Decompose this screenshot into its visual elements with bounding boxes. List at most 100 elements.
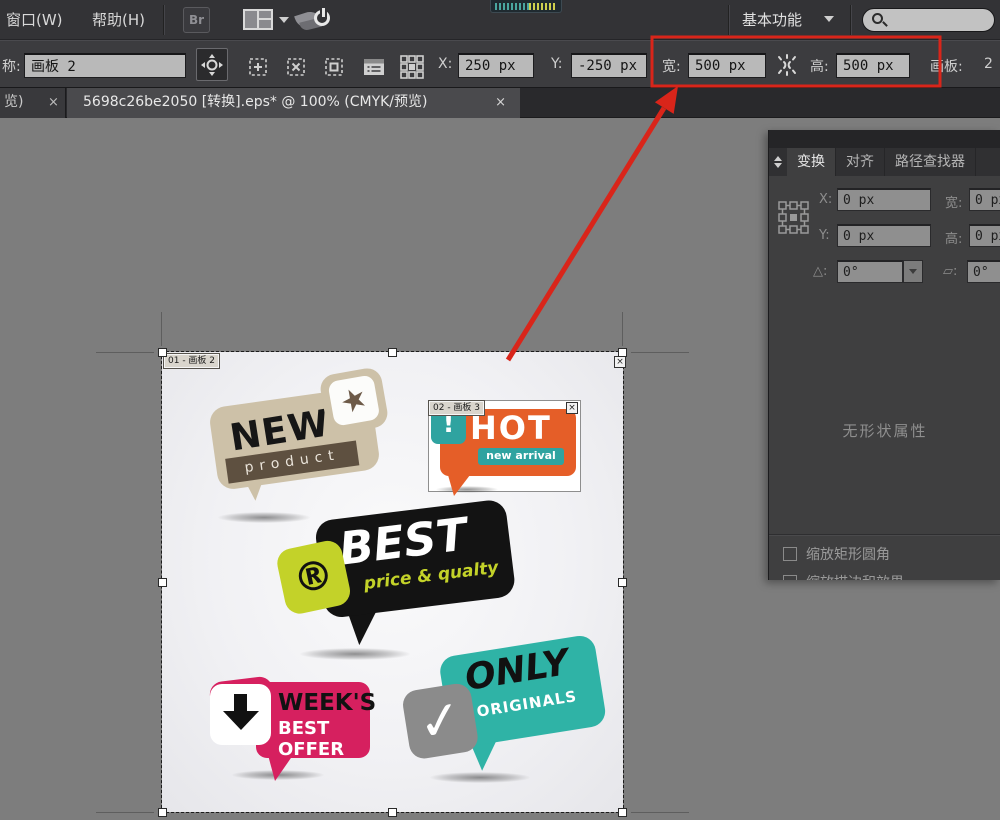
document-tab-bar: 览) × 5698c26be2050 [转换].eps* @ 100% (CMY… bbox=[0, 88, 1000, 118]
weeks-sticker[interactable]: WEEK'S BEST OFFER bbox=[256, 682, 370, 758]
height-field[interactable] bbox=[836, 53, 910, 78]
panel-width-label: 宽: bbox=[945, 192, 962, 211]
best-sticker-badge: ® bbox=[275, 538, 353, 616]
tab-title: 5698c26be2050 [转换].eps* @ 100% (CMYK/预览) bbox=[83, 88, 428, 117]
selection-handle[interactable] bbox=[158, 808, 167, 817]
checkbox-icon[interactable] bbox=[783, 547, 797, 561]
angle-dropdown-button[interactable] bbox=[903, 260, 923, 283]
weeks-sticker-subtitle: BEST OFFER bbox=[278, 718, 370, 760]
artboard-bounds-button[interactable] bbox=[318, 50, 350, 83]
down-arrow-icon bbox=[234, 694, 247, 711]
menu-separator bbox=[850, 5, 851, 35]
panel-header-bar[interactable] bbox=[769, 130, 1000, 148]
selection-handle[interactable] bbox=[388, 808, 397, 817]
transform-panel: 变换 对齐 路径查找器 X: 宽: Y: 高: △: bbox=[768, 130, 1000, 580]
meter-bars-icon bbox=[495, 3, 529, 10]
document-tab-active[interactable]: 5698c26be2050 [转换].eps* @ 100% (CMYK/预览)… bbox=[67, 88, 520, 118]
panel-height-field[interactable] bbox=[969, 224, 1000, 247]
move-artwork-toggle[interactable] bbox=[196, 48, 228, 81]
new-artboard-button[interactable] bbox=[242, 50, 274, 83]
x-field[interactable] bbox=[458, 53, 534, 78]
artboard-x-icon bbox=[283, 54, 309, 80]
best-sticker[interactable]: BEST price & qualty ® bbox=[274, 498, 522, 667]
constrain-proportions-toggle[interactable] bbox=[774, 53, 800, 77]
selection-handle[interactable] bbox=[618, 808, 627, 817]
artboard-count-value: 2 bbox=[984, 56, 993, 72]
rotate-angle-field[interactable] bbox=[837, 260, 903, 283]
collapse-panel-icon[interactable] bbox=[769, 148, 787, 176]
down-arrow-icon bbox=[223, 711, 259, 730]
height-label: 高: bbox=[810, 56, 829, 76]
reference-point-locator-icon[interactable] bbox=[777, 194, 811, 242]
checkbox-label: 缩放矩形圆角 bbox=[806, 544, 890, 564]
shear-angle-field[interactable] bbox=[967, 260, 1000, 283]
checkbox-scale-corners[interactable]: 缩放矩形圆角 bbox=[783, 544, 890, 564]
panel-y-field[interactable] bbox=[837, 224, 931, 247]
badge-inner: ★ bbox=[327, 374, 380, 426]
artboard-delete-icon[interactable]: × bbox=[614, 356, 626, 368]
width-label: 宽: bbox=[662, 56, 681, 76]
delete-artboard-button[interactable] bbox=[280, 50, 312, 83]
rotate-angle-icon: △: bbox=[813, 264, 827, 279]
artboard-name-field[interactable] bbox=[24, 53, 186, 78]
close-icon[interactable]: × bbox=[48, 88, 59, 117]
selection-handle[interactable] bbox=[158, 578, 167, 587]
only-sticker-badge: ✓ bbox=[401, 682, 480, 761]
panel-width-field[interactable] bbox=[969, 188, 1000, 211]
selection-handle[interactable] bbox=[618, 348, 627, 357]
width-field[interactable] bbox=[688, 53, 766, 78]
transform-panel-body: X: 宽: Y: 高: △: ▱: 无形状属性 缩放矩形圆角 缩放描边和效果 bbox=[769, 176, 1000, 580]
panel-height-label: 高: bbox=[945, 228, 962, 247]
artboard-delete-icon[interactable]: × bbox=[566, 402, 578, 414]
cs-live-button[interactable] bbox=[296, 6, 336, 34]
search-icon bbox=[872, 13, 883, 24]
x-label: X: bbox=[438, 56, 452, 72]
document-layout-button[interactable] bbox=[243, 9, 289, 31]
star-icon: ★ bbox=[335, 381, 373, 420]
reference-grid-icon bbox=[398, 53, 426, 81]
y-field[interactable] bbox=[571, 53, 647, 78]
checkbox-scale-strokes-effects[interactable]: 缩放描边和效果 bbox=[783, 572, 904, 580]
weeks-sticker-title: WEEK'S bbox=[278, 690, 376, 716]
search-input[interactable] bbox=[862, 8, 995, 32]
tab-align[interactable]: 对齐 bbox=[836, 148, 885, 176]
selection-handle[interactable] bbox=[618, 578, 627, 587]
options-list-icon bbox=[360, 54, 388, 80]
checkbox-label: 缩放描边和效果 bbox=[806, 572, 904, 580]
artboard-3-label: 02 - 画板 3 bbox=[429, 401, 484, 415]
chevron-down-icon bbox=[279, 17, 289, 23]
power-icon bbox=[314, 10, 330, 26]
artboard-control-bar: 称: bbox=[0, 40, 1000, 88]
selection-handle[interactable] bbox=[388, 348, 397, 357]
weeks-sticker-badge bbox=[210, 684, 271, 745]
reference-point-grid-button[interactable] bbox=[396, 50, 428, 83]
tab-pathfinder[interactable]: 路径查找器 bbox=[885, 148, 976, 176]
close-icon[interactable]: × bbox=[495, 88, 506, 117]
workspace-switcher[interactable]: 基本功能 bbox=[742, 9, 802, 30]
checkbox-icon[interactable] bbox=[783, 575, 797, 580]
menu-separator bbox=[163, 5, 164, 35]
check-icon: ✓ bbox=[415, 692, 466, 750]
menu-window[interactable]: 窗口(W) bbox=[6, 9, 63, 30]
menu-help[interactable]: 帮助(H) bbox=[92, 9, 145, 30]
bridge-button[interactable]: Br bbox=[183, 7, 210, 33]
broken-chain-icon bbox=[774, 53, 800, 77]
selection-handle[interactable] bbox=[158, 348, 167, 357]
artboard-options-button[interactable] bbox=[358, 50, 390, 83]
crop-mark bbox=[96, 352, 154, 353]
artboard-plus-icon bbox=[245, 54, 271, 80]
sticker-shadow bbox=[218, 512, 310, 523]
crop-mark bbox=[622, 312, 623, 346]
document-tab-partial[interactable]: 览) × bbox=[0, 88, 66, 118]
panel-x-label: X: bbox=[819, 192, 832, 207]
no-shape-properties-text: 无形状属性 bbox=[769, 420, 1000, 441]
move-crosshair-icon bbox=[200, 53, 224, 77]
new-sticker-badge: ★ bbox=[318, 366, 389, 436]
panel-x-field[interactable] bbox=[837, 188, 931, 211]
recording-meter-widget bbox=[490, 0, 562, 13]
crop-mark bbox=[96, 812, 154, 813]
tab-transform[interactable]: 变换 bbox=[787, 148, 836, 176]
chevron-down-icon bbox=[909, 269, 917, 274]
chevron-down-icon[interactable] bbox=[824, 16, 834, 22]
layout-grid-icon bbox=[243, 9, 273, 30]
